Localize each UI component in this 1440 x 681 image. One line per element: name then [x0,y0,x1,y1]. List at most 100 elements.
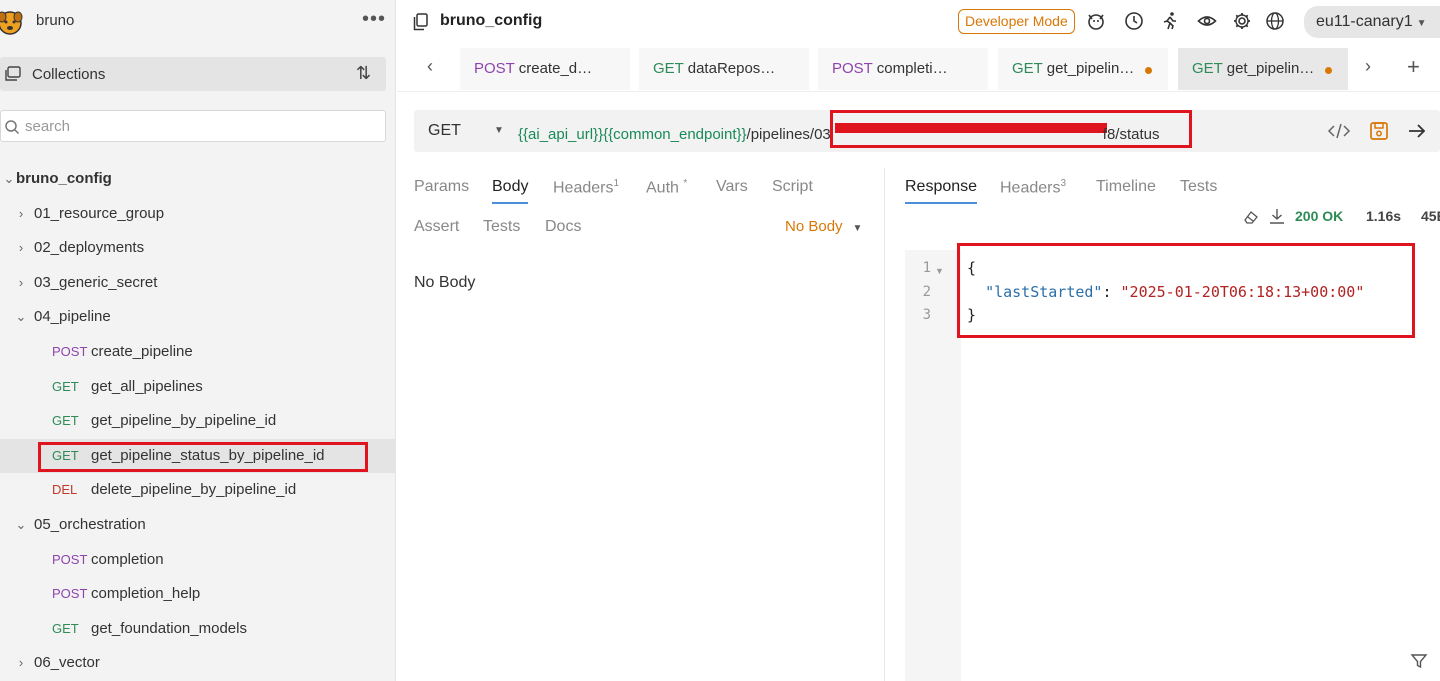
request-get-all-pipelines[interactable]: GET get_all_pipelines [0,370,396,405]
method-badge: POST [52,586,88,602]
download-icon[interactable] [1269,208,1285,225]
tab-script[interactable]: Script [772,178,813,196]
search-box[interactable] [0,110,386,142]
tree-root-bruno-config[interactable]: ⌄ bruno_config [0,162,396,197]
tab-label: get_pipelin… [1226,60,1315,77]
gear-icon[interactable] [1232,11,1252,31]
body-mode-label: No Body [785,218,843,235]
folder-label: 05_orchestration [34,515,146,533]
folder-03-generic-secret[interactable]: › 03_generic_secret [0,266,396,301]
folder-label: 06_vector [34,654,100,672]
tab-response-headers[interactable]: Headers3 [1000,178,1066,197]
method-badge: GET [52,413,79,429]
tab-headers[interactable]: Headers1 [553,178,619,197]
tab-auth[interactable]: Auth * [646,178,687,197]
tab-auth-label: Auth [646,179,679,197]
tab-method: POST [832,60,873,77]
url-variable: {{common_endpoint}} [603,126,747,143]
tab-method: GET [1012,60,1043,77]
status-badge: 200 OK [1295,208,1344,224]
filter-icon[interactable] [1410,652,1428,670]
tab-label: completi… [876,60,948,77]
code-icon[interactable] [1327,122,1351,140]
tab-tests[interactable]: Tests [483,218,520,236]
search-input[interactable] [25,116,375,136]
chevron-down-icon: ⌄ [15,516,27,532]
tab-datarepos[interactable]: GET dataRepos… [639,48,809,90]
eye-icon[interactable] [1197,11,1217,31]
chevron-down-icon[interactable]: ▼ [494,125,504,136]
collections-label: Collections [32,66,106,83]
eraser-icon[interactable] [1243,209,1259,225]
folder-01-resource-group[interactable]: › 01_resource_group [0,197,396,232]
chevron-down-icon: ⌄ [3,171,15,186]
tab-params[interactable]: Params [414,178,469,196]
developer-mode-badge[interactable]: Developer Mode [958,9,1075,34]
request-get-foundation-models[interactable]: GET get_foundation_models [0,612,396,647]
tab-label: get_pipelin… [1046,60,1135,77]
tab-response[interactable]: Response [905,178,978,204]
tab-vars[interactable]: Vars [716,178,748,196]
bruno-logo-icon [0,11,23,35]
collections-header[interactable]: Collections ⇅ [0,57,386,91]
chevron-right-icon: › [18,655,24,671]
request-delete-pipeline[interactable]: DEL delete_pipeline_by_pipeline_id [0,473,396,508]
tab-docs[interactable]: Docs [545,218,581,236]
send-arrow-icon[interactable] [1407,122,1427,140]
collections-icon [5,66,21,81]
folder-05-orchestration[interactable]: ⌄ 05_orchestration [0,508,396,543]
folder-06-vector[interactable]: › 06_vector [0,646,396,681]
environment-select[interactable]: eu11-canary1 ▼ [1304,6,1440,38]
tab-create[interactable]: POST create_d… [460,48,630,90]
folder-04-pipeline[interactable]: ⌄ 04_pipeline [0,300,396,335]
auth-marker: * [683,178,688,189]
tab-get-pipeline-2[interactable]: GET get_pipelin… [1178,48,1348,90]
request-get-pipeline-status[interactable]: GET get_pipeline_status_by_pipeline_id [0,438,396,474]
globe-icon[interactable] [1265,11,1285,31]
history-icon[interactable] [1124,11,1144,31]
tab-assert[interactable]: Assert [414,218,459,236]
tab-completion[interactable]: POST completi… [818,48,988,90]
line-gutter: 1 ▼ 2 3 [905,250,961,681]
request-create-pipeline[interactable]: POST create_pipeline [0,335,396,370]
tree-root-label: bruno_config [16,170,112,187]
method-badge: GET [52,620,79,636]
bruno-icon[interactable] [1086,11,1106,31]
method-badge: GET [52,378,79,394]
folder-label: 02_deployments [34,239,145,257]
unsaved-dot-icon [1145,67,1152,74]
headers-count: 3 [1060,178,1067,189]
sort-icon[interactable]: ⇅ [356,63,371,84]
tab-headers-label: Headers [553,179,614,197]
save-icon[interactable] [1369,121,1389,141]
url-path: /pipelines/ [746,126,815,143]
runner-icon[interactable] [1160,11,1180,31]
environment-label: eu11-canary1 [1316,13,1413,30]
line-number: 3 [922,307,931,323]
chevron-left-icon[interactable]: ‹ [427,56,433,77]
body-mode-select[interactable]: No Body ▼ [785,218,862,235]
more-dots-icon[interactable]: ••• [362,8,386,31]
tab-get-pipeline-1[interactable]: GET get_pipelin… [998,48,1168,90]
folder-02-deployments[interactable]: › 02_deployments [0,231,396,266]
tab-headers-label: Headers [1000,179,1061,197]
tab-timeline[interactable]: Timeline [1096,178,1156,196]
copy-icon [413,13,428,31]
request-completion[interactable]: POST completion [0,543,396,578]
chevron-right-icon: › [18,274,24,290]
request-completion-help[interactable]: POST completion_help [0,577,396,612]
tab-label: create_d… [518,60,593,77]
pane-divider[interactable] [884,168,885,681]
fold-caret-icon[interactable]: ▼ [935,266,944,276]
highlight-box [38,441,368,472]
chevron-right-icon[interactable]: › [1365,56,1371,77]
request-label: delete_pipeline_by_pipeline_id [91,481,297,499]
tab-method: GET [653,60,684,77]
add-tab-icon[interactable]: + [1407,54,1420,80]
tab-response-tests[interactable]: Tests [1180,178,1217,196]
url-variable: {{ai_api_url}} [518,126,604,143]
line-number: 1 [922,260,931,276]
method-select[interactable]: GET [428,122,461,140]
request-get-pipeline-by-id[interactable]: GET get_pipeline_by_pipeline_id [0,404,396,439]
tab-body[interactable]: Body [492,178,529,204]
